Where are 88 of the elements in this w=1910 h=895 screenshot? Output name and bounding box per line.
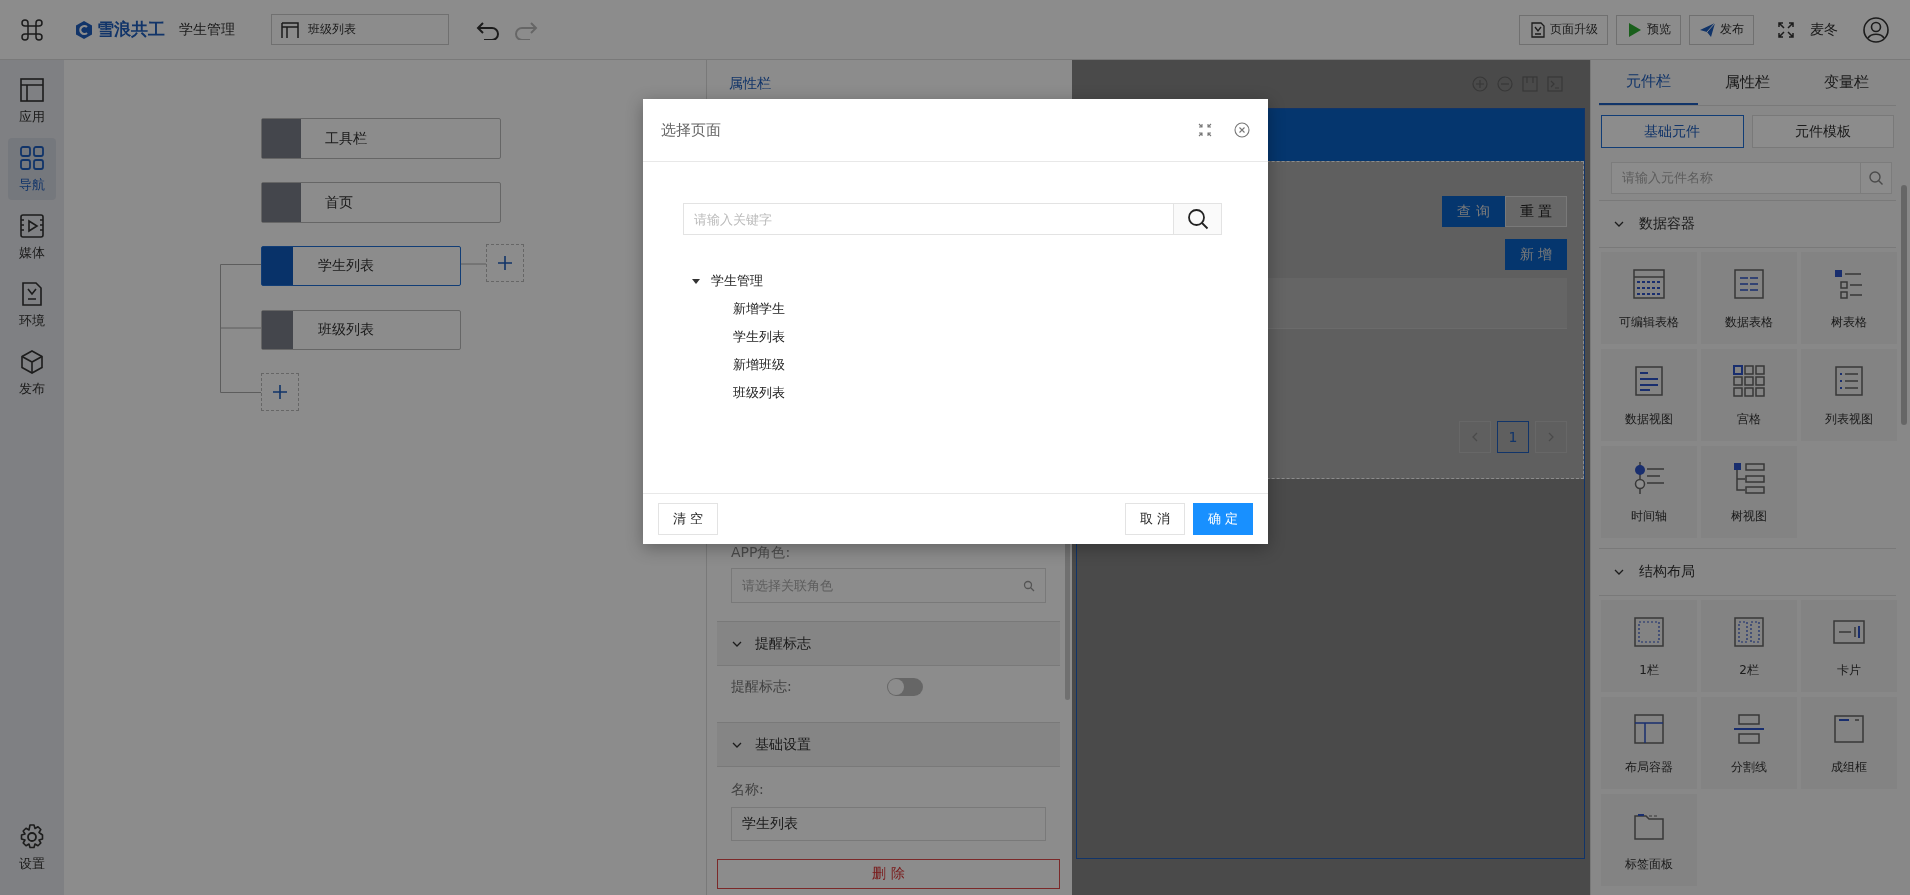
- panel-tab[interactable]: 属性栏: [1698, 60, 1797, 105]
- action-button[interactable]: 页面升级: [1519, 14, 1608, 45]
- component-item[interactable]: 可编辑表格: [1601, 252, 1697, 344]
- cancel-button[interactable]: 取 消: [1124, 503, 1185, 535]
- section-header[interactable]: 结构布局: [1599, 548, 1896, 596]
- document-icon: [1529, 21, 1545, 38]
- scrollbar[interactable]: [1901, 185, 1907, 425]
- name-input-field[interactable]: 学生列表: [731, 807, 1046, 841]
- tree-item[interactable]: 班级列表: [691, 379, 1222, 407]
- rail-item[interactable]: 设置: [8, 817, 56, 879]
- sub-tab[interactable]: 元件模板: [1751, 115, 1894, 148]
- plus-icon: [497, 255, 513, 271]
- video-icon: [18, 212, 46, 240]
- add-node-button[interactable]: [486, 244, 524, 282]
- redo-icon[interactable]: [513, 19, 539, 40]
- field-label: 名称:: [730, 780, 765, 800]
- grid-icon: [18, 144, 46, 172]
- component-item[interactable]: 布局容器: [1601, 697, 1697, 789]
- tree-item[interactable]: 学生管理: [691, 267, 1222, 295]
- component-item[interactable]: 数据视图: [1601, 349, 1697, 441]
- component-item[interactable]: 标签面板: [1601, 794, 1697, 886]
- cube-icon: [18, 348, 46, 376]
- search-button[interactable]: [1174, 203, 1222, 235]
- action-button[interactable]: 发布: [1689, 14, 1754, 45]
- component-item[interactable]: 成组框: [1801, 697, 1897, 789]
- grid-icon: [1731, 362, 1767, 399]
- toggle-switch[interactable]: [887, 678, 923, 697]
- layout-icon: [280, 19, 300, 40]
- fullscreen-icon[interactable]: [1778, 21, 1794, 38]
- tree-item[interactable]: 新增学生: [691, 295, 1222, 323]
- close-icon[interactable]: [1234, 122, 1250, 138]
- app-name: 学生管理: [179, 20, 235, 39]
- send-icon: [1699, 21, 1715, 38]
- user-name[interactable]: 麦冬: [1810, 20, 1838, 39]
- component-item[interactable]: 时间轴: [1601, 446, 1697, 538]
- component-item[interactable]: 列表视图: [1801, 349, 1897, 441]
- component-item[interactable]: 1栏: [1601, 600, 1697, 692]
- rail-item[interactable]: 发布: [8, 342, 56, 404]
- keyword-search-field[interactable]: 请输入关键字: [683, 203, 1174, 235]
- add-node-button[interactable]: [261, 373, 299, 411]
- action-button[interactable]: 预览: [1616, 14, 1681, 45]
- rail-item[interactable]: 环境: [8, 274, 56, 336]
- rail-item[interactable]: 导航: [8, 138, 56, 200]
- section-header[interactable]: 提醒标志: [717, 621, 1060, 667]
- query-button[interactable]: 查 询: [1442, 196, 1505, 227]
- delete-button[interactable]: 删 除: [717, 859, 1060, 889]
- component-item[interactable]: 树表格: [1801, 252, 1897, 344]
- tree-item[interactable]: 学生列表: [691, 323, 1222, 351]
- dialog-title: 选择页面: [661, 120, 722, 140]
- component-item[interactable]: 宫格: [1701, 349, 1797, 441]
- clear-button[interactable]: 清 空: [658, 503, 719, 535]
- settings-icon: [18, 823, 46, 851]
- logo-icon: [74, 19, 94, 40]
- previous-page-button[interactable]: [1459, 421, 1491, 453]
- next-page-button[interactable]: [1535, 421, 1567, 453]
- undo-icon[interactable]: [475, 19, 501, 40]
- component-item[interactable]: 分割线: [1701, 697, 1797, 789]
- rail-item[interactable]: 媒体: [8, 206, 56, 268]
- page-selector[interactable]: 班级列表: [271, 14, 449, 45]
- confirm-button[interactable]: 确 定: [1192, 503, 1253, 535]
- plus-icon: [272, 384, 288, 400]
- field-label: APP角色:: [730, 544, 792, 563]
- layout-icon: [18, 76, 46, 104]
- nav-node[interactable]: 首页: [261, 182, 501, 223]
- user-avatar-icon[interactable]: [1862, 15, 1890, 44]
- search-icon: [1186, 208, 1209, 230]
- component-item[interactable]: 2栏: [1701, 600, 1797, 692]
- caret-icon: [691, 276, 701, 286]
- add-button[interactable]: 新 增: [1504, 239, 1567, 270]
- section-header[interactable]: 数据容器: [1599, 200, 1896, 248]
- sub-tab[interactable]: 基础元件: [1601, 115, 1744, 148]
- component-item[interactable]: 卡片: [1801, 600, 1897, 692]
- tree-item[interactable]: 新增班级: [691, 351, 1222, 379]
- exit-fullscreen-icon[interactable]: [1198, 123, 1212, 137]
- nav-node[interactable]: 班级列表: [261, 310, 461, 350]
- component-item[interactable]: 数据表格: [1701, 252, 1797, 344]
- play-icon: [1626, 21, 1642, 38]
- reset-button[interactable]: 重 置: [1504, 196, 1567, 227]
- field-label: 提醒标志:: [731, 678, 793, 697]
- nav-node[interactable]: 工具栏: [261, 118, 501, 159]
- search-icon: [1023, 579, 1035, 592]
- panel-tab[interactable]: 元件栏: [1599, 60, 1698, 105]
- nav-node[interactable]: 学生列表: [261, 246, 461, 286]
- panel-tab[interactable]: 变量栏: [1797, 60, 1896, 105]
- section-header[interactable]: 基础设置: [717, 721, 1060, 768]
- brand-name: 雪浪共工: [97, 18, 165, 41]
- component-item[interactable]: 树视图: [1701, 446, 1797, 538]
- rail-item[interactable]: 应用: [8, 70, 56, 132]
